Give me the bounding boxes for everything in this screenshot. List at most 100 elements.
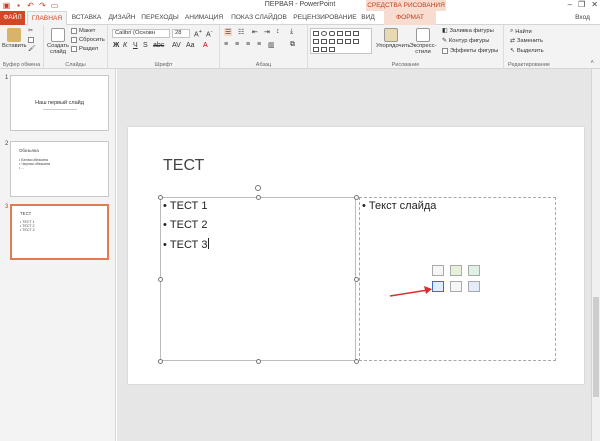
tab-review[interactable]: РЕЦЕНЗИРОВАНИЕ	[292, 11, 358, 25]
format-painter-button[interactable]: 🖌	[28, 46, 35, 52]
paste-label: Вставить	[2, 43, 27, 49]
align-center-button[interactable]: ≡	[235, 41, 239, 48]
shape-brace[interactable]	[337, 39, 343, 44]
cut-button[interactable]: ✂	[28, 28, 33, 34]
shadow-button[interactable]: S	[143, 42, 148, 49]
text-direction-button[interactable]: ⤓	[290, 28, 293, 36]
current-slide[interactable]: ТЕСТ • ТЕСТ 1 • ТЕСТ 2 • ТЕСТ 3 • Текст …	[128, 127, 584, 384]
shape-effects-button[interactable]: Эффекты фигуры	[442, 48, 498, 54]
resize-handle[interactable]	[158, 359, 163, 364]
align-left-button[interactable]: ≡	[224, 41, 228, 48]
tab-home[interactable]: ГЛАВНАЯ	[27, 11, 67, 26]
char-spacing-button[interactable]: AV	[172, 42, 181, 49]
shape-textbox[interactable]	[337, 31, 343, 36]
replace-button[interactable]: ⇄ Заменить	[510, 38, 543, 44]
shape-chevron[interactable]	[321, 47, 327, 52]
resize-handle[interactable]	[256, 195, 261, 200]
decrease-indent-button[interactable]: ⇤	[252, 28, 258, 36]
bullet-item-last[interactable]: • ТЕСТ 3	[163, 238, 210, 251]
resize-handle[interactable]	[158, 195, 163, 200]
line-spacing-button[interactable]: ↕	[276, 28, 280, 35]
shape-rectangle[interactable]	[313, 31, 319, 36]
new-slide-button[interactable]: Создать слайд	[46, 28, 70, 55]
replace-icon: ⇄	[510, 38, 515, 44]
copy-button[interactable]	[28, 37, 34, 43]
insert-table-icon[interactable]	[432, 265, 444, 276]
bold-button[interactable]: Ж	[113, 42, 119, 49]
shapes-gallery[interactable]	[310, 28, 372, 54]
find-button[interactable]: ⌕ Найти	[510, 28, 532, 35]
font-name-select[interactable]: Calibri (Основн	[112, 29, 170, 38]
shape-star[interactable]	[329, 39, 335, 44]
bullet-item[interactable]: • Текст слайда	[362, 200, 436, 212]
insert-smartart-icon[interactable]	[468, 265, 480, 276]
shape-pentagon[interactable]	[313, 47, 319, 52]
paste-button[interactable]: Вставить	[2, 28, 27, 49]
shape-fill-button[interactable]: ◧ Заливка фигуры	[442, 28, 494, 34]
slide-thumbnail-2[interactable]: Обезьяна • Белая обезьяна • Черная обезь…	[10, 141, 109, 197]
shape-callout[interactable]	[345, 39, 351, 44]
arrange-button[interactable]: Упорядочить	[376, 28, 411, 49]
tab-transitions[interactable]: ПЕРЕХОДЫ	[140, 11, 180, 25]
tab-insert[interactable]: ВСТАВКА	[69, 11, 104, 25]
tab-slideshow[interactable]: ПОКАЗ СЛАЙДОВ	[230, 11, 288, 25]
shape-right-arrow[interactable]	[321, 39, 327, 44]
resize-handle[interactable]	[256, 359, 261, 364]
shape-curve[interactable]	[353, 39, 359, 44]
tab-view[interactable]: ВИД	[360, 11, 376, 25]
tab-format[interactable]: ФОРМАТ	[384, 11, 436, 25]
font-size-select[interactable]: 28	[172, 29, 190, 38]
strikethrough-button[interactable]: abc	[153, 42, 164, 49]
insert-online-picture-icon[interactable]	[450, 281, 462, 292]
italic-button[interactable]: К	[123, 42, 127, 49]
underline-button[interactable]: Ч	[133, 42, 138, 49]
bullets-button[interactable]: ☰	[224, 28, 233, 36]
rotate-handle[interactable]	[255, 185, 261, 191]
shrink-font-button[interactable]: A-	[206, 29, 213, 38]
justify-button[interactable]: ≡	[257, 41, 261, 48]
smartart-button[interactable]: ⧉	[290, 41, 295, 49]
editing-group-label: Редактирование	[508, 62, 550, 68]
section-button[interactable]: Раздел	[71, 46, 98, 52]
shape-outline-button[interactable]: ✎ Контур фигуры	[442, 38, 489, 44]
tab-file[interactable]: ФАЙЛ	[0, 11, 25, 25]
insert-chart-icon[interactable]	[450, 265, 462, 276]
align-right-button[interactable]: ≡	[246, 41, 250, 48]
collapse-ribbon-icon[interactable]: ˄	[590, 60, 594, 66]
shape-triangle[interactable]	[313, 39, 319, 44]
close-button[interactable]: ✕	[591, 0, 598, 9]
select-button[interactable]: ↖ Выделить	[510, 48, 544, 54]
slide-thumbnail-1[interactable]: Наш первый слайд	[10, 75, 109, 131]
grow-font-button[interactable]: A+	[194, 29, 202, 38]
shape-rounded-rect[interactable]	[329, 31, 335, 36]
resize-handle[interactable]	[158, 277, 163, 282]
scrollbar-thumb[interactable]	[593, 297, 599, 397]
slide-title[interactable]: ТЕСТ	[163, 157, 204, 175]
tab-animations[interactable]: АНИМАЦИЯ	[182, 11, 226, 25]
vertical-scrollbar[interactable]	[591, 69, 600, 441]
slide-thumbnail-3[interactable]: ТЕСТ • ТЕСТ 1 • ТЕСТ 2 • ТЕСТ 3	[10, 204, 109, 260]
minimize-button[interactable]: –	[568, 0, 572, 9]
shape-arrow[interactable]	[353, 31, 359, 36]
increase-indent-button[interactable]: ⇥	[264, 28, 270, 36]
tab-design[interactable]: ДИЗАЙН	[106, 11, 138, 25]
columns-button[interactable]: ▥	[268, 41, 275, 49]
quick-styles-button[interactable]: Экспресс-стили	[408, 28, 438, 55]
numbering-button[interactable]: ☷	[238, 28, 244, 36]
reset-button[interactable]: Сбросить	[71, 37, 105, 43]
shape-oval[interactable]	[321, 31, 327, 36]
insert-video-icon[interactable]	[468, 281, 480, 292]
left-content-placeholder[interactable]: • ТЕСТ 1 • ТЕСТ 2 • ТЕСТ 3	[160, 197, 356, 361]
thumb-subtitle-line	[43, 109, 77, 110]
bullet-item[interactable]: • ТЕСТ 1	[163, 200, 207, 212]
sign-in-link[interactable]: Вход	[575, 11, 590, 25]
drawing-tools-context-label: СРЕДСТВА РИСОВАНИЯ	[366, 0, 446, 11]
bullet-item[interactable]: • ТЕСТ 2	[163, 219, 207, 231]
layout-button[interactable]: Макет	[71, 28, 95, 34]
font-color-button[interactable]: A	[203, 42, 208, 49]
change-case-button[interactable]: Aa	[186, 42, 195, 49]
restore-button[interactable]: ❐	[578, 0, 585, 9]
paste-icon	[7, 28, 21, 42]
shape-hexagon[interactable]	[329, 47, 335, 52]
shape-line[interactable]	[345, 31, 351, 36]
